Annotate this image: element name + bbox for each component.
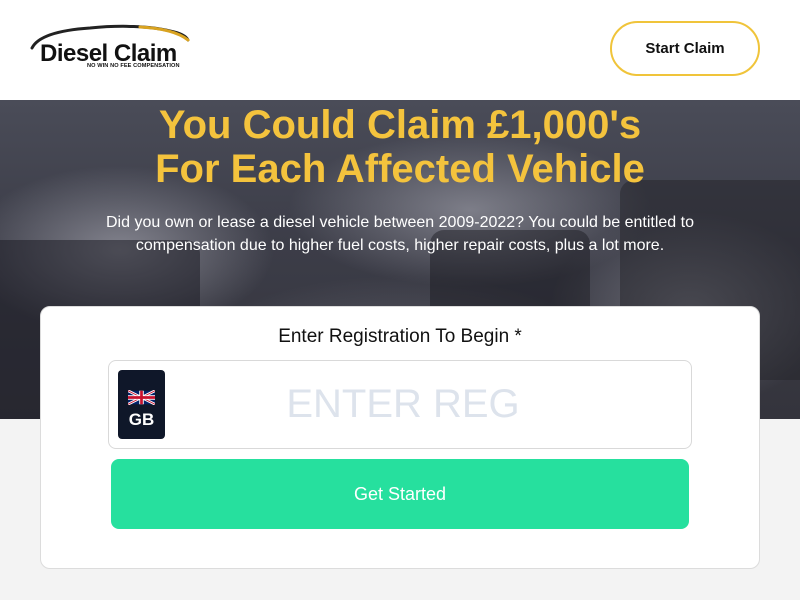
hero-title-line-1: You Could Claim £1,000's: [158, 103, 642, 147]
registration-form-card: Enter Registration To Begin * GB Get Sta…: [40, 306, 760, 569]
union-jack-flag-icon: [128, 390, 155, 405]
hero-subtitle-line-2: compensation due to higher fuel costs, h…: [135, 237, 665, 254]
diesel-claim-logo[interactable]: Diesel Claim NO WIN NO FEE COMPENSATION: [30, 22, 190, 72]
hero-title: You Could Claim £1,000's For Each Affect…: [0, 103, 800, 191]
hero-subtitle-line-1: Did you own or lease a diesel vehicle be…: [106, 214, 694, 231]
hero-subtitle: Did you own or lease a diesel vehicle be…: [70, 211, 730, 257]
hero-title-line-2: For Each Affected Vehicle: [155, 147, 645, 191]
registration-plate-field[interactable]: GB: [108, 360, 692, 449]
start-claim-button[interactable]: Start Claim: [610, 21, 760, 76]
registration-label: Enter Registration To Begin *: [278, 326, 522, 347]
get-started-button[interactable]: Get Started: [111, 459, 689, 529]
site-header: Diesel Claim NO WIN NO FEE COMPENSATION …: [0, 0, 800, 100]
gb-plate-badge: GB: [118, 370, 165, 439]
logo-tagline: NO WIN NO FEE COMPENSATION: [87, 63, 180, 69]
country-code: GB: [128, 410, 155, 429]
registration-input[interactable]: [173, 373, 633, 435]
